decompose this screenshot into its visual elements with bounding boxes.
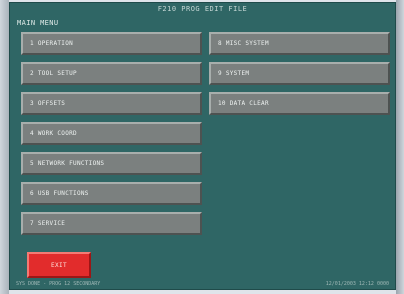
screen: F210 PROG EDIT FILE MAIN MENU 1 OPERATIO…: [9, 2, 396, 290]
menu-button-usb-functions[interactable]: 6 USB FUNCTIONS: [21, 182, 202, 205]
monitor-bezel-right: [396, 0, 404, 294]
menu-button-operation[interactable]: 1 OPERATION: [21, 32, 202, 55]
menu-button-tool-setup[interactable]: 2 TOOL SETUP: [21, 62, 202, 85]
menu-button-network-functions[interactable]: 5 NETWORK FUNCTIONS: [21, 152, 202, 175]
status-left: SYS DONE - PROG 12 SECONDARY: [16, 281, 101, 287]
menu-button-data-clear[interactable]: 10 DATA CLEAR: [209, 92, 390, 115]
menu-button-service[interactable]: 7 SERVICE: [21, 212, 202, 235]
status-right: 12/01/2003 12:12 0000: [325, 281, 389, 287]
menu-button-work-coord[interactable]: 4 WORK COORD: [21, 122, 202, 145]
menu-button-offsets[interactable]: 3 OFFSETS: [21, 92, 202, 115]
section-label: MAIN MENU: [17, 19, 59, 27]
monitor-bezel-left: [0, 0, 9, 294]
menu-button-system[interactable]: 9 SYSTEM: [209, 62, 390, 85]
exit-button[interactable]: EXIT: [27, 252, 91, 278]
title-text: F210 PROG EDIT FILE: [157, 5, 248, 13]
menu-button-misc-system[interactable]: 8 MISC SYSTEM: [209, 32, 390, 55]
title-bar: F210 PROG EDIT FILE: [10, 3, 395, 15]
status-bar: SYS DONE - PROG 12 SECONDARY 12/01/2003 …: [10, 279, 395, 289]
